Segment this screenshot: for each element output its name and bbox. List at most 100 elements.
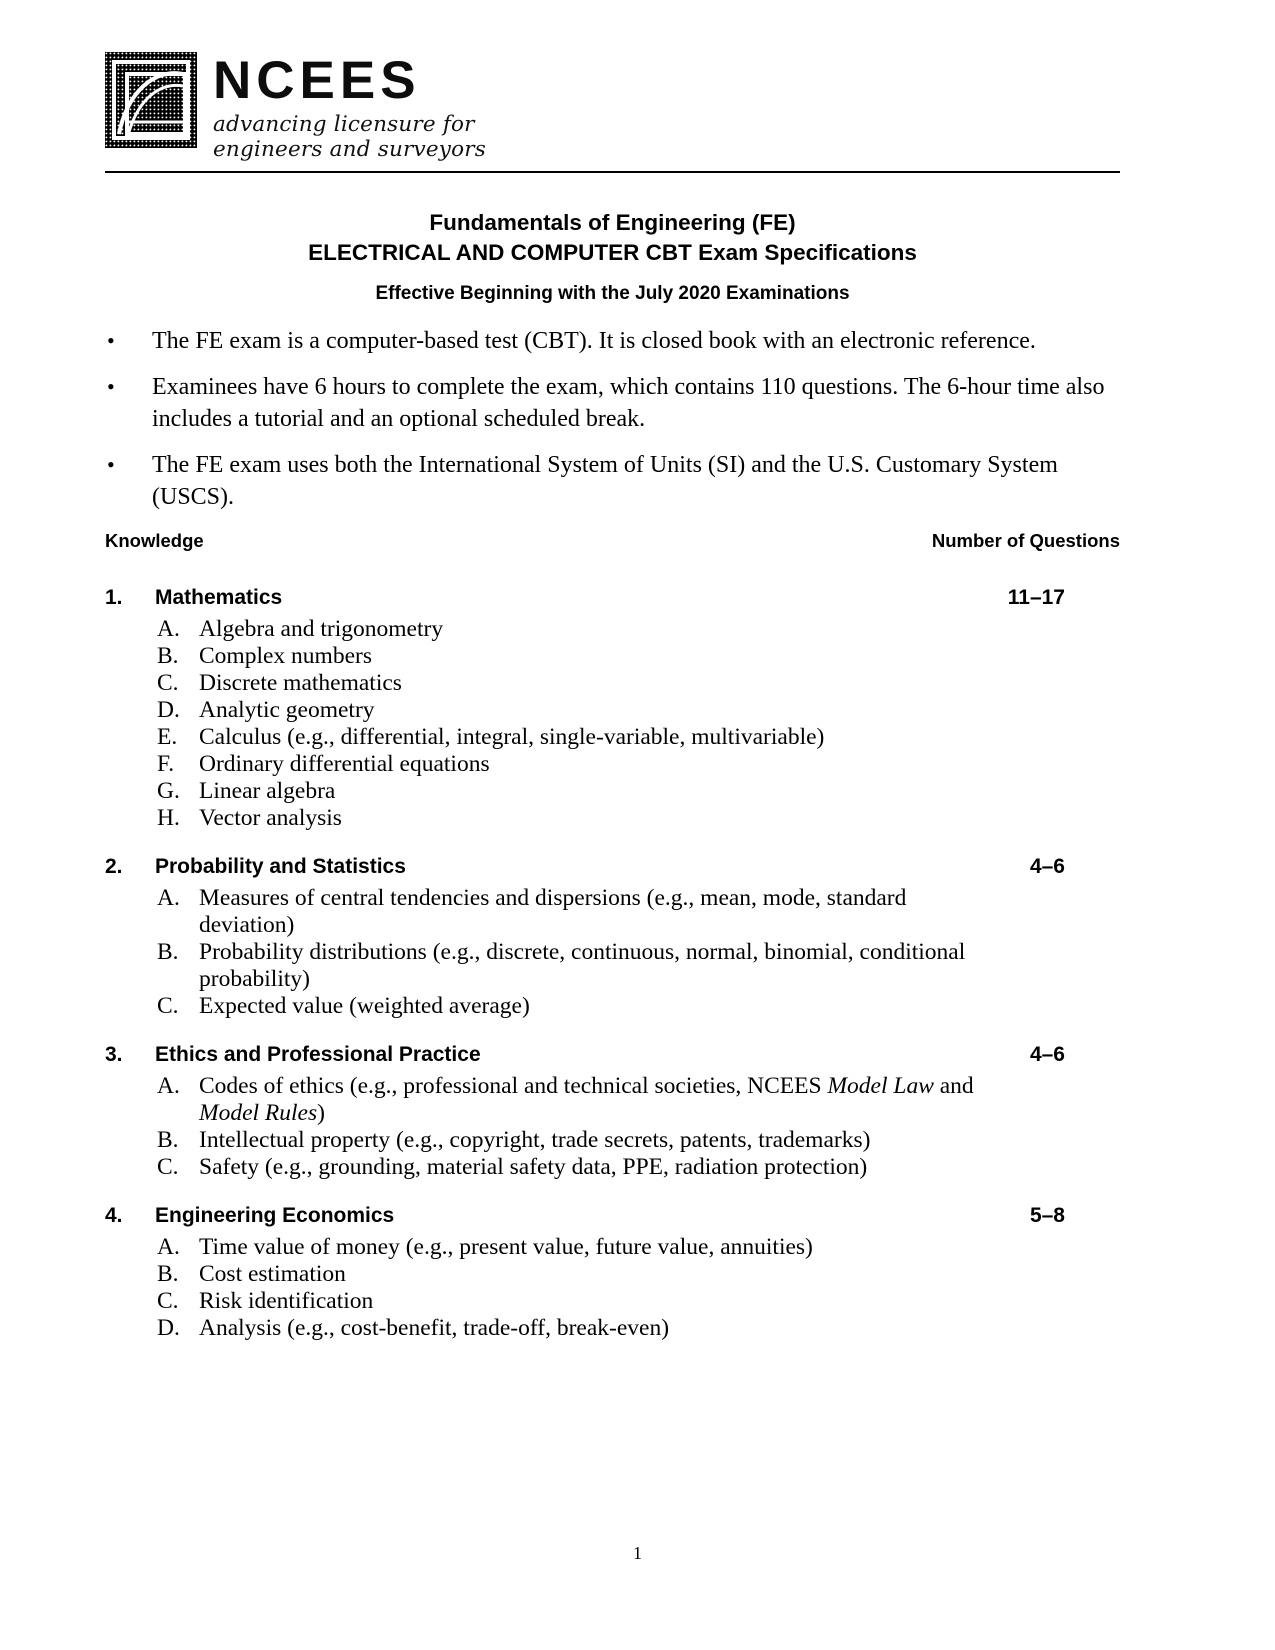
knowledge-section-header: 1. Mathematics 11–17 — [105, 583, 1120, 613]
header-divider — [105, 171, 1120, 173]
subtopic-text: Analysis (e.g., cost-benefit, trade-off,… — [199, 1315, 670, 1341]
subtopic-letter: A. — [157, 885, 180, 911]
subtopic-letter: C. — [157, 670, 179, 696]
knowledge-section: 1. Mathematics 11–17 A. Algebra and trigonom… — [105, 583, 1120, 832]
subtopic-letter: D. — [157, 697, 180, 723]
section-number: 2. — [105, 855, 123, 878]
subtopic-text: Discrete mathematics — [199, 670, 402, 696]
subtopic-text: Analytic geometry — [199, 697, 375, 723]
knowledge-section-header: 2. Probability and Statistics 4–6 — [105, 852, 1120, 882]
subtopic-text: Safety (e.g., grounding, material safety… — [199, 1154, 868, 1180]
section-title: Engineering Economics — [155, 1204, 395, 1227]
effective-date-note: Effective Beginning with the July 2020 E… — [375, 283, 850, 304]
section-title: Mathematics — [155, 586, 283, 609]
subtopic-letter: B. — [157, 1261, 179, 1287]
subtopic-text: Algebra and trigonometry — [199, 616, 444, 642]
ncees-tagline-line-1: advancing licensure for — [213, 112, 475, 137]
section-number: 4. — [105, 1204, 123, 1227]
subtopic-letter: D. — [157, 1315, 180, 1341]
knowledge-section: 3. Ethics and Professional Practice 4–6 A. C… — [105, 1040, 1120, 1181]
bullet-text: The FE exam uses both the International … — [152, 452, 1058, 510]
bullet-dot-icon: • — [107, 328, 115, 353]
page-subtitle: ELECTRICAL AND COMPUTER CBT Exam Specifi… — [308, 240, 917, 265]
column-header-knowledge: Knowledge — [105, 530, 204, 551]
knowledge-subtopic: C. Safety (e.g., grounding, material safe… — [105, 1154, 1120, 1181]
knowledge-subtopic: C. Risk identification — [105, 1288, 1120, 1315]
document-title-block: Fundamentals of Engineering (FE) ELECTRI… — [105, 208, 1120, 308]
subtopic-text: Measures of central tendencies and dispe… — [199, 885, 907, 938]
subtopic-text: Intellectual property (e.g., copyright, … — [199, 1127, 871, 1153]
subtopic-letter: A. — [157, 1073, 180, 1099]
subtopic-text: Probability distributions (e.g., discret… — [199, 939, 966, 992]
footer-page-number: 1 — [633, 1543, 642, 1563]
bullet-dot-icon: • — [107, 374, 115, 399]
knowledge-section: 2. Probability and Statistics 4–6 A. Measure… — [105, 852, 1120, 1020]
knowledge-subtopic: B. Cost estimation — [105, 1261, 1120, 1288]
list-item: • The FE exam uses both the Internationa… — [105, 449, 1105, 513]
bullet-text: Examinees have 6 hours to complete the e… — [152, 374, 1105, 432]
ncees-logo: NCEES advancing licensure for engineers … — [105, 52, 486, 162]
section-title: Ethics and Professional Practice — [155, 1043, 481, 1066]
subtopic-text: Vector analysis — [199, 805, 342, 831]
section-question-count: 4–6 — [1029, 855, 1065, 878]
knowledge-subtopic: C. Expected value (weighted average) — [105, 993, 1120, 1020]
document-page: NCEES advancing licensure for engineers … — [0, 0, 1275, 1650]
subtopic-letter: C. — [157, 1288, 179, 1314]
knowledge-section-header: 4. Engineering Economics 5–8 — [105, 1201, 1120, 1231]
subtopic-letter: E. — [157, 724, 178, 750]
subtopic-letter: C. — [157, 993, 179, 1019]
knowledge-section-header: 3. Ethics and Professional Practice 4–6 — [105, 1040, 1120, 1070]
knowledge-subtopic: D. Analysis (e.g., cost-benefit, trade-of… — [105, 1315, 1120, 1342]
subtopic-text: Risk identification — [199, 1288, 374, 1314]
ncees-wordmark: NCEES — [213, 51, 421, 110]
subtopic-letter: B. — [157, 939, 179, 965]
section-question-count: 11–17 — [1007, 586, 1065, 609]
bullet-text: The FE exam is a computer-based test (CB… — [152, 328, 1036, 354]
knowledge-table-headers: Knowledge Number of Questions — [105, 530, 1120, 552]
subtopic-letter: A. — [157, 616, 180, 642]
knowledge-subtopic: G. Linear algebra — [105, 778, 1120, 805]
subtopic-text: Time value of money (e.g., present value… — [199, 1234, 813, 1260]
knowledge-subtopic: A. Algebra and trigonometry — [105, 616, 1120, 643]
subtopic-text: Complex numbers — [199, 643, 372, 669]
section-question-count: 5–8 — [1029, 1204, 1065, 1227]
subtopic-letter: G. — [157, 778, 180, 804]
ncees-logo-mark-icon — [105, 52, 197, 148]
subtopic-text: Calculus (e.g., differential, integral, … — [199, 724, 825, 750]
knowledge-subtopic: E. Calculus (e.g., differential, integral… — [105, 724, 1120, 751]
knowledge-subtopic: A. Measures of central tendencies and dis… — [105, 885, 1120, 939]
section-title: Probability and Statistics — [155, 855, 406, 878]
knowledge-subtopic: D. Analytic geometry — [105, 697, 1120, 724]
ncees-tagline-line-2: engineers and surveyors — [213, 137, 486, 162]
section-question-count: 4–6 — [1029, 1043, 1065, 1066]
knowledge-section: 4. Engineering Economics 5–8 A. Time value o… — [105, 1201, 1120, 1342]
knowledge-subtopic: B. Complex numbers — [105, 643, 1120, 670]
knowledge-areas-list: 1. Mathematics 11–17 A. Algebra and trigonom… — [105, 583, 1120, 1342]
exam-overview-bullets: • The FE exam is a computer-based test (… — [105, 325, 1105, 527]
list-item: • Examinees have 6 hours to complete the… — [105, 371, 1105, 435]
knowledge-subtopic: H. Vector analysis — [105, 805, 1120, 832]
subtopic-text: Cost estimation — [199, 1261, 346, 1287]
subtopic-letter: B. — [157, 1127, 179, 1153]
knowledge-subtopic: A. Codes of ethics (e.g., professional an… — [105, 1073, 1120, 1127]
ncees-tagline: advancing licensure for engineers and su… — [213, 112, 486, 162]
knowledge-subtopic: F. Ordinary differential equations — [105, 751, 1120, 778]
column-header-number-of-questions: Number of Questions — [931, 530, 1120, 551]
bullet-dot-icon: • — [107, 452, 115, 477]
knowledge-subtopic: A. Time value of money (e.g., present val… — [105, 1234, 1120, 1261]
subtopic-letter: C. — [157, 1154, 179, 1180]
knowledge-subtopic: B. Intellectual property (e.g., copyright… — [105, 1127, 1120, 1154]
page-title: Fundamentals of Engineering (FE) — [429, 210, 796, 235]
subtopic-text: Ordinary differential equations — [199, 751, 490, 777]
knowledge-subtopic: B. Probability distributions (e.g., discr… — [105, 939, 1120, 993]
subtopic-letter: A. — [157, 1234, 180, 1260]
subtopic-text: Linear algebra — [199, 778, 336, 804]
section-number: 3. — [105, 1043, 123, 1066]
subtopic-text: Codes of ethics (e.g., professional and … — [199, 1073, 974, 1126]
subtopic-letter: H. — [157, 805, 180, 831]
subtopic-letter: B. — [157, 643, 179, 669]
section-number: 1. — [105, 586, 123, 609]
subtopic-letter: F. — [157, 751, 175, 777]
knowledge-subtopic: C. Discrete mathematics — [105, 670, 1120, 697]
subtopic-text: Expected value (weighted average) — [199, 993, 530, 1019]
